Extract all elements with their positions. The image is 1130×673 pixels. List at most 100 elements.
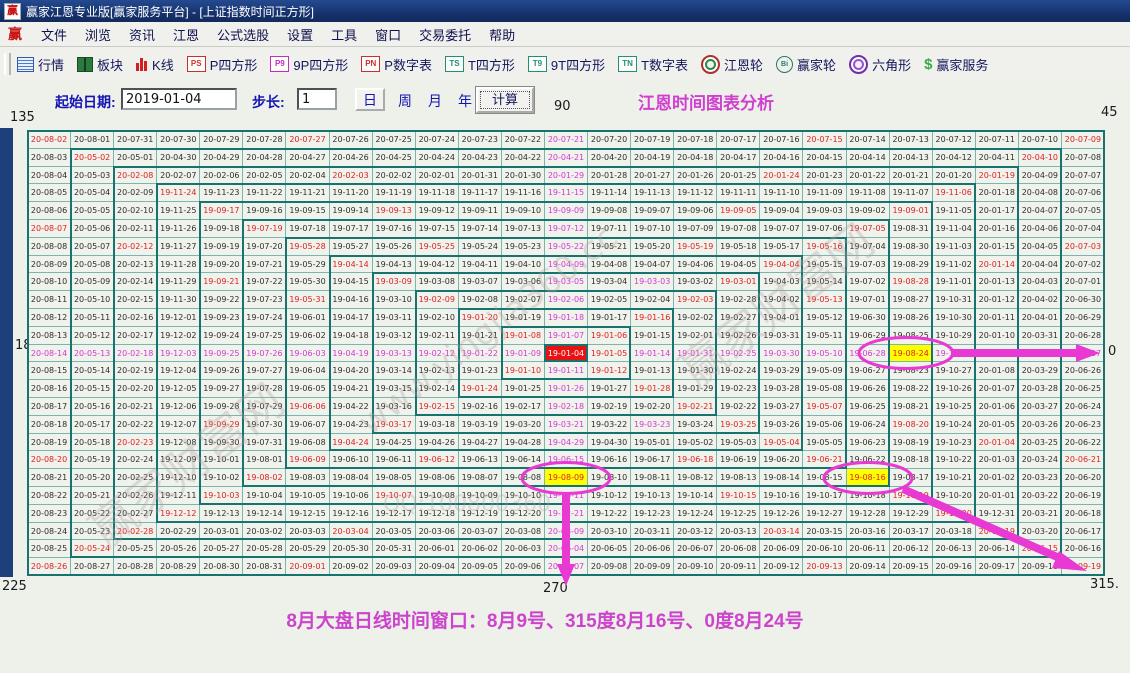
calculate-button[interactable]: 计算: [476, 87, 534, 113]
period-day-button[interactable]: 日: [355, 88, 385, 111]
toolbar-button-赢家轮[interactable]: Bi赢家轮: [776, 55, 836, 74]
grid-date-cell: 19-01-15: [631, 327, 674, 345]
grid-date-cell: 19-12-05: [157, 380, 200, 398]
toolbar-grip[interactable]: [4, 53, 11, 75]
grid-date-cell: 19-06-04: [286, 362, 329, 380]
menu-item-浏览[interactable]: 浏览: [76, 23, 120, 46]
grid-date-cell: 20-01-22: [847, 167, 890, 185]
grid-date-cell: 19-07-04: [847, 238, 890, 256]
grid-date-cell: 19-11-08: [847, 184, 890, 202]
menu-item-公式选股[interactable]: 公式选股: [208, 23, 278, 46]
grid-date-cell: 20-07-17: [717, 131, 760, 149]
grid-date-cell: 20-06-01: [416, 540, 459, 558]
toolbar-button-9T四方形[interactable]: T99T四方形: [528, 55, 605, 74]
grid-date-cell: 20-07-05: [1062, 202, 1105, 220]
menu-item-江恩[interactable]: 江恩: [164, 23, 208, 46]
gann-time-square-grid[interactable]: 20-08-0220-08-0120-07-3120-07-3020-07-29…: [28, 131, 1105, 576]
grid-date-cell: 19-07-17: [330, 220, 373, 238]
toolbar-label: 9T四方形: [551, 55, 605, 74]
toolbar-button-赢家服务[interactable]: $赢家服务: [924, 55, 988, 74]
grid-date-cell: 19-12-22: [588, 505, 631, 523]
toolbar-button-P数字表[interactable]: PNP数字表: [361, 55, 432, 74]
menu-item-交易委托[interactable]: 交易委托: [410, 23, 480, 46]
toolbar-button-T数字表[interactable]: TNT数字表: [618, 55, 688, 74]
toolbar-button-T四方形[interactable]: TST四方形: [445, 55, 515, 74]
grid-date-cell: 20-04-28: [243, 149, 286, 167]
grid-date-cell: 19-06-20: [760, 451, 803, 469]
grid-date-cell: 20-05-28: [243, 540, 286, 558]
grid-date-cell: 19-10-27: [933, 362, 976, 380]
menu-item-设置[interactable]: 设置: [278, 23, 322, 46]
toolbar-button-行情[interactable]: 行情: [17, 55, 64, 74]
grid-date-cell: 19-05-23: [502, 238, 545, 256]
grid-date-cell: 20-03-12: [674, 523, 717, 541]
toolbar-button-P四方形[interactable]: PSP四方形: [187, 55, 258, 74]
grid-date-cell: 19-07-16: [373, 220, 416, 238]
grid-date-cell: 20-05-25: [114, 540, 157, 558]
grid-date-cell: 19-05-21: [588, 238, 631, 256]
menu-item-资讯[interactable]: 资讯: [120, 23, 164, 46]
grid-date-cell: 20-02-01: [416, 167, 459, 185]
period-month-button[interactable]: 月: [428, 91, 442, 111]
grid-date-cell: 20-06-15: [1019, 540, 1062, 558]
toolbar-button-板块[interactable]: 板块: [77, 55, 123, 74]
grid-date-cell: 19-04-23: [330, 416, 373, 434]
grid-date-cell: 19-10-10: [502, 487, 545, 505]
grid-date-cell: 19-10-31: [933, 291, 976, 309]
grid-date-cell: 20-04-13: [890, 149, 933, 167]
grid-date-cell: 19-02-03: [674, 291, 717, 309]
toolbar-button-江恩轮[interactable]: 江恩轮: [701, 55, 763, 74]
grid-date-cell: 19-11-19: [373, 184, 416, 202]
grid-date-cell: 19-11-24: [157, 184, 200, 202]
angle-label-270: 270: [543, 581, 568, 596]
grid-date-cell: 19-07-18: [286, 220, 329, 238]
toolbar-button-六角形[interactable]: 六角形: [849, 55, 911, 74]
period-year-button[interactable]: 年: [458, 91, 472, 111]
grid-date-cell: 19-03-09: [373, 273, 416, 291]
grid-date-cell: 19-09-24: [200, 327, 243, 345]
toolbar-button-9P四方形[interactable]: P99P四方形: [270, 55, 348, 74]
grid-date-cell: 20-01-25: [717, 167, 760, 185]
grid-date-cell: 20-02-08: [114, 167, 157, 185]
grid-date-cell: 19-08-17: [890, 469, 933, 487]
grid-date-cell: 19-09-21: [200, 273, 243, 291]
grid-date-cell: 19-06-01: [286, 309, 329, 327]
title-bar: 赢 赢家江恩专业版[赢家服务平台] - [上证指数时间正方形]: [0, 0, 1130, 22]
grid-date-cell: 19-01-14: [631, 345, 674, 363]
menu-item-窗口[interactable]: 窗口: [366, 23, 410, 46]
badge-icon: PS: [187, 56, 206, 72]
grid-date-cell: 19-08-25: [890, 327, 933, 345]
grid-date-cell: 20-06-29: [1062, 309, 1105, 327]
toolbar-button-K线[interactable]: K线: [136, 55, 174, 74]
grid-date-cell: 20-01-08: [976, 362, 1019, 380]
period-week-button[interactable]: 周: [398, 91, 412, 111]
grid-date-cell: 19-11-20: [330, 184, 373, 202]
grid-date-cell: 19-07-14: [459, 220, 502, 238]
grid-date-cell: 19-05-10: [803, 345, 846, 363]
grid-date-cell: 19-04-17: [330, 309, 373, 327]
grid-date-cell: 19-03-28: [760, 380, 803, 398]
step-input[interactable]: [297, 88, 337, 110]
grid-date-cell: 20-01-21: [890, 167, 933, 185]
grid-date-cell: 20-09-10: [674, 558, 717, 576]
grid-date-cell: 20-08-07: [28, 220, 71, 238]
grid-date-cell: 20-01-16: [976, 220, 1019, 238]
grid-date-cell: 20-03-23: [1019, 469, 1062, 487]
grid-date-cell: 19-09-19: [200, 238, 243, 256]
grid-date-cell: 19-04-13: [373, 256, 416, 274]
toolbar-label: 江恩轮: [724, 55, 763, 74]
grid-date-cell: 19-09-10: [502, 202, 545, 220]
menu-item-文件[interactable]: 文件: [32, 23, 76, 46]
grid-date-cell: 19-06-05: [286, 380, 329, 398]
toolbar-label: K线: [152, 55, 174, 74]
grid-date-cell: 19-12-31: [976, 505, 1019, 523]
grid-date-cell: 20-05-23: [71, 523, 114, 541]
menu-item-帮助[interactable]: 帮助: [480, 23, 524, 46]
menu-item-工具[interactable]: 工具: [322, 23, 366, 46]
start-date-input[interactable]: [121, 88, 237, 110]
grid-date-cell: 19-02-01: [674, 327, 717, 345]
grid-date-cell: 19-04-04: [760, 256, 803, 274]
grid-date-cell: 20-02-20: [114, 380, 157, 398]
grid-date-cell: 19-10-17: [803, 487, 846, 505]
grid-date-cell: 20-06-03: [502, 540, 545, 558]
